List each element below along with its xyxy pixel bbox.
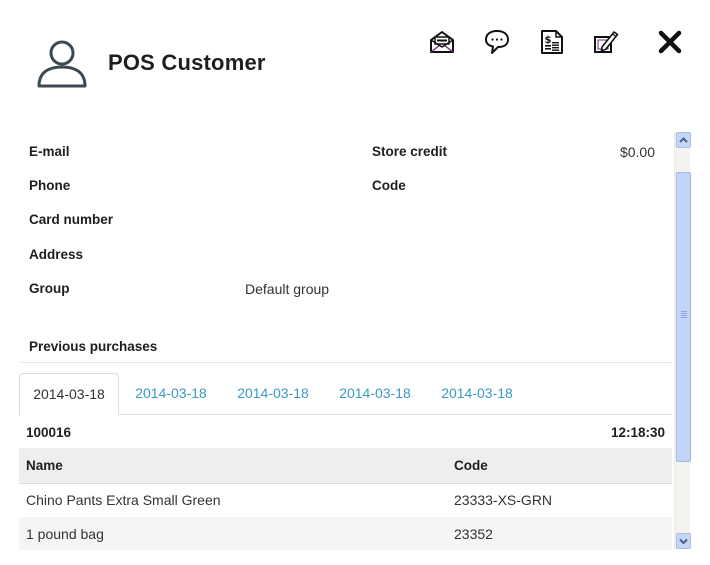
tab-purchase-5[interactable]: 2014-03-18 (427, 373, 527, 415)
invoice-icon[interactable]: $ (538, 28, 566, 56)
table-header-row: Name Code (19, 448, 672, 484)
order-id: 100016 (26, 425, 72, 440)
vertical-scrollbar[interactable] (674, 132, 691, 549)
store-credit-value: $0.00 (619, 144, 655, 160)
tab-purchase-1[interactable]: 2014-03-18 (19, 373, 119, 416)
group-value: Default group (245, 281, 330, 297)
scroll-down-button[interactable] (676, 533, 691, 549)
table-row: Chino Pants Extra Small Green 23333-XS-G… (19, 483, 672, 517)
column-header-name: Name (19, 448, 447, 484)
chevron-down-icon (679, 538, 688, 545)
edit-icon[interactable] (592, 28, 620, 56)
address-label: Address (29, 247, 84, 262)
user-icon (37, 40, 87, 88)
envelope-icon[interactable] (428, 28, 456, 56)
scroll-up-button[interactable] (676, 132, 691, 148)
table-row: 1 pound bag 23352 (19, 517, 672, 550)
tab-purchase-3[interactable]: 2014-03-18 (223, 373, 323, 415)
section-divider (20, 362, 672, 363)
item-code: 23333-XS-GRN (447, 483, 672, 517)
card-number-label: Card number (29, 212, 114, 227)
item-name: 1 pound bag (19, 517, 447, 550)
page-title: POS Customer (108, 50, 266, 75)
tab-purchase-2[interactable]: 2014-03-18 (121, 373, 221, 415)
phone-label: Phone (29, 178, 71, 193)
scrollbar-thumb[interactable] (676, 172, 691, 462)
store-credit-label: Store credit (372, 144, 448, 159)
item-code: 23352 (447, 517, 672, 550)
code-label: Code (372, 178, 406, 193)
group-label: Group (29, 281, 70, 296)
order-time: 12:18:30 (610, 425, 665, 440)
grip-icon (681, 311, 687, 319)
svg-text:$: $ (545, 35, 552, 46)
chevron-up-icon (679, 137, 688, 143)
customer-dialog: POS Customer $ E-mail Phone Card number … (0, 0, 710, 565)
tab-purchase-4[interactable]: 2014-03-18 (325, 373, 425, 415)
customer-details-scroll-area: E-mail Phone Card number Address Group D… (0, 130, 690, 550)
column-header-code: Code (447, 448, 672, 484)
email-label: E-mail (29, 144, 70, 159)
order-items-table: Name Code Chino Pants Extra Small Green … (19, 448, 672, 550)
close-icon[interactable] (656, 28, 684, 56)
speech-bubble-icon[interactable] (483, 28, 511, 56)
previous-purchases-title: Previous purchases (29, 339, 158, 354)
item-name: Chino Pants Extra Small Green (19, 483, 447, 517)
purchase-date-tabs: 2014-03-18 2014-03-18 2014-03-18 2014-03… (19, 373, 672, 416)
